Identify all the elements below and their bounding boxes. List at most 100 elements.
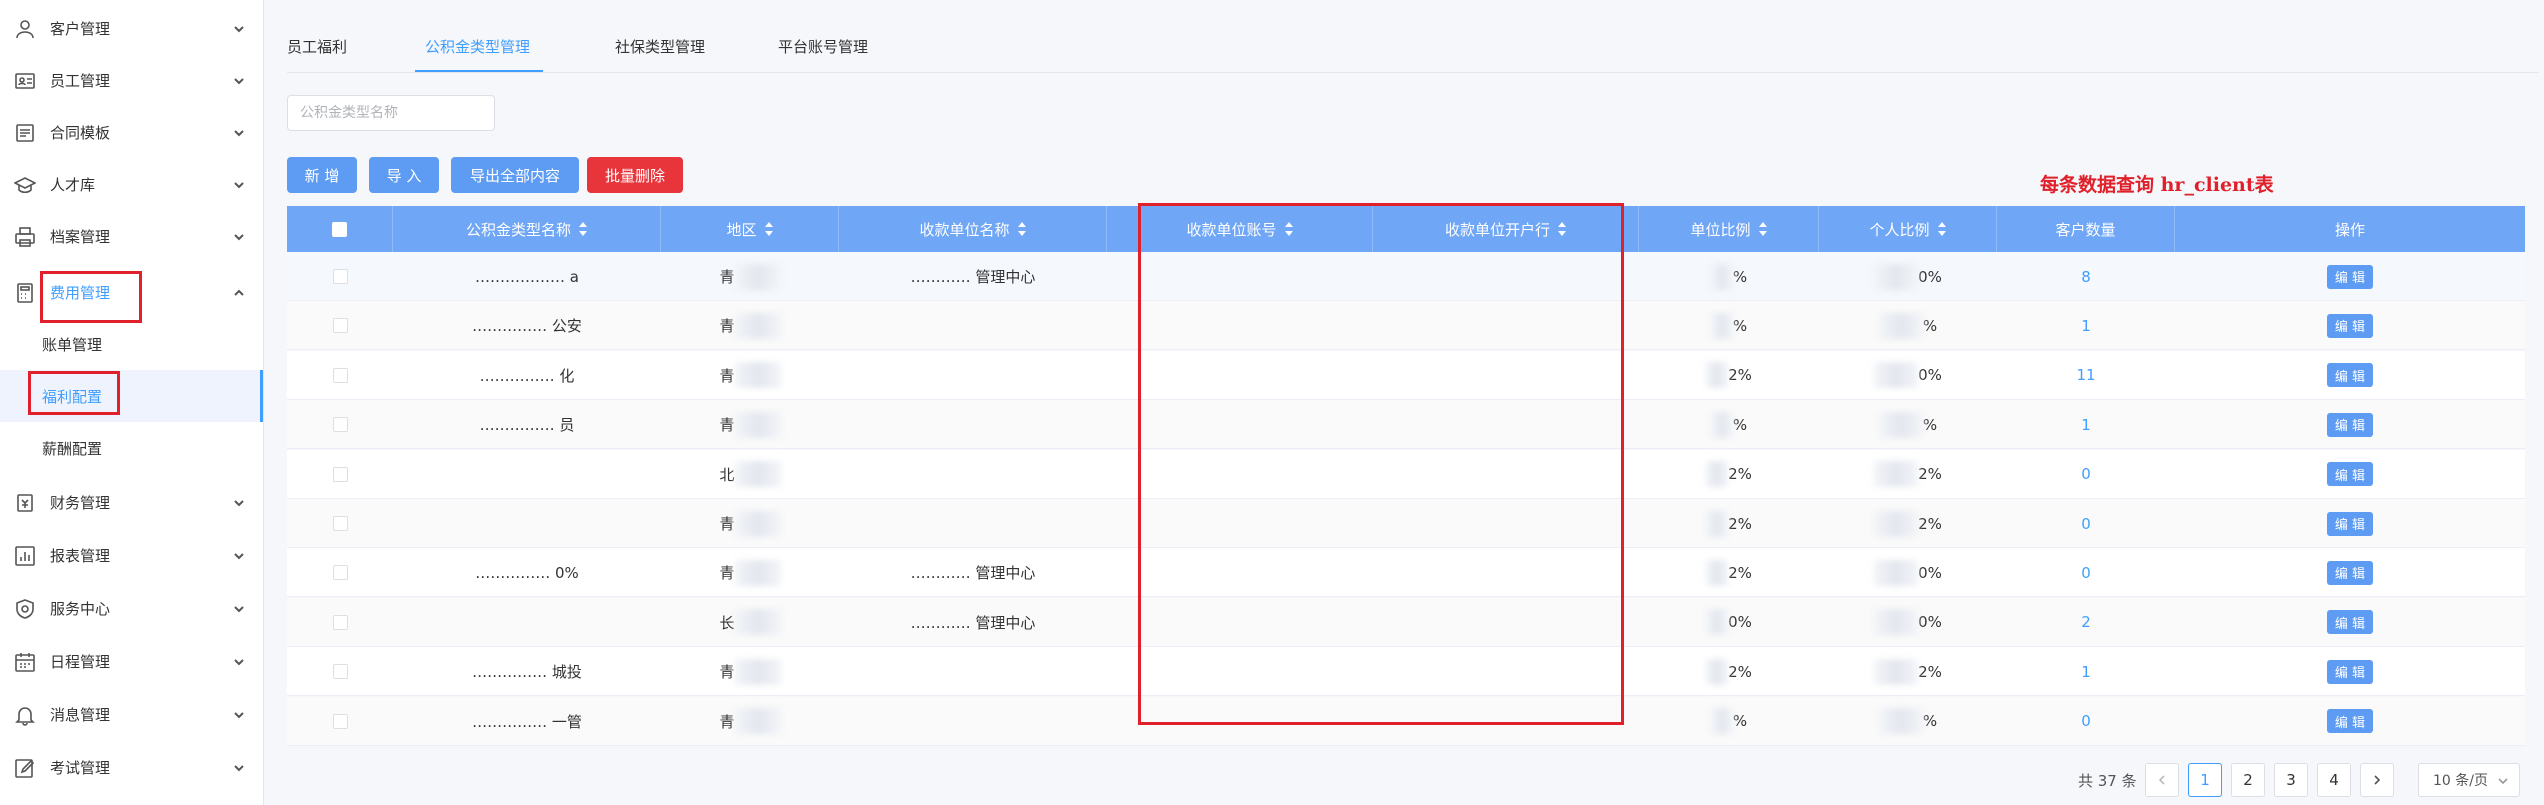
client-count-cell[interactable]: 0 xyxy=(1997,697,2175,746)
redacted-blur xyxy=(1874,658,1919,685)
row-checkbox[interactable] xyxy=(332,417,348,433)
page-1-button[interactable]: 1 xyxy=(2188,763,2222,797)
client-count-cell[interactable]: 2 xyxy=(1997,598,2175,647)
header-payee-name[interactable]: 收款单位名称 xyxy=(839,206,1107,252)
row-select-cell[interactable] xyxy=(287,252,393,301)
tab-fund-type[interactable]: 公积金类型管理 xyxy=(425,36,530,57)
menu-report[interactable]: 报表管理 xyxy=(0,529,263,581)
edit-button[interactable]: 编 辑 xyxy=(2326,610,2374,635)
menu-employee[interactable]: 员工管理 xyxy=(0,54,263,106)
header-select-all[interactable] xyxy=(287,206,393,252)
edit-button[interactable]: 编 辑 xyxy=(2326,511,2374,536)
next-page-button[interactable] xyxy=(2360,763,2394,797)
header-fund-type-name[interactable]: 公积金类型名称 xyxy=(393,206,661,252)
payee-bank-cell xyxy=(1373,400,1639,449)
table-row: ……………… a 青 ………… 管理中心% 0% 8 编 辑 xyxy=(287,252,2525,301)
tab-platform-account[interactable]: 平台账号管理 xyxy=(778,36,868,57)
header-payee-bank[interactable]: 收款单位开户行 xyxy=(1373,206,1639,252)
export-all-button[interactable]: 导出全部内容 xyxy=(451,157,579,193)
row-select-cell[interactable] xyxy=(287,400,393,449)
row-checkbox[interactable] xyxy=(332,713,348,729)
menu-exam[interactable]: 考试管理 xyxy=(0,741,263,793)
tab-employee-welfare[interactable]: 员工福利 xyxy=(287,36,347,57)
edit-button[interactable]: 编 辑 xyxy=(2326,709,2374,734)
row-select-cell[interactable] xyxy=(287,351,393,400)
client-count-cell[interactable]: 8 xyxy=(1997,252,2175,301)
menu-service-center[interactable]: 服务中心 xyxy=(0,582,263,634)
header-region[interactable]: 地区 xyxy=(661,206,839,252)
menu-expense[interactable]: 费用管理 xyxy=(0,266,263,318)
menu-label: 费用管理 xyxy=(50,284,111,302)
row-select-cell[interactable] xyxy=(287,598,393,647)
redacted-blur xyxy=(734,461,781,488)
sort-icon[interactable] xyxy=(1758,222,1767,236)
menu-archive[interactable]: 档案管理 xyxy=(0,210,263,262)
add-button[interactable]: 新 增 xyxy=(287,157,357,193)
page-2-button[interactable]: 2 xyxy=(2231,763,2265,797)
row-checkbox[interactable] xyxy=(332,367,348,383)
client-count-cell[interactable]: 1 xyxy=(1997,400,2175,449)
header-actions: 操作 xyxy=(2175,206,2525,252)
header-label: 单位比例 xyxy=(1690,220,1751,239)
header-label: 操作 xyxy=(2334,220,2365,239)
prev-page-button[interactable] xyxy=(2145,763,2179,797)
cell-text: 2% xyxy=(1728,366,1752,385)
cell-text: 1 xyxy=(2081,316,2091,335)
chevron-down-icon xyxy=(2497,775,2509,787)
header-payee-account[interactable]: 收款单位账号 xyxy=(1107,206,1373,252)
sort-icon[interactable] xyxy=(1017,222,1026,236)
client-count-cell[interactable]: 11 xyxy=(1997,351,2175,400)
row-select-cell[interactable] xyxy=(287,450,393,499)
client-count-cell[interactable]: 0 xyxy=(1997,499,2175,548)
page-4-button[interactable]: 4 xyxy=(2317,763,2351,797)
client-count-cell[interactable]: 0 xyxy=(1997,548,2175,597)
row-checkbox[interactable] xyxy=(332,565,348,581)
redacted-blur xyxy=(1874,461,1919,488)
row-checkbox[interactable] xyxy=(332,664,348,680)
edit-button[interactable]: 编 辑 xyxy=(2326,659,2374,684)
submenu-salary-config[interactable]: 薪酬配置 xyxy=(0,422,263,474)
header-personal-ratio[interactable]: 个人比例 xyxy=(1819,206,1997,252)
select-all-checkbox[interactable] xyxy=(332,221,347,237)
menu-contract-template[interactable]: 合同模板 xyxy=(0,106,263,158)
row-checkbox[interactable] xyxy=(332,516,348,531)
header-unit-ratio[interactable]: 单位比例 xyxy=(1639,206,1819,252)
page-3-button[interactable]: 3 xyxy=(2274,763,2308,797)
edit-button[interactable]: 编 辑 xyxy=(2326,560,2374,585)
sort-icon[interactable] xyxy=(1558,222,1566,236)
menu-schedule[interactable]: 日程管理 xyxy=(0,635,263,687)
submenu-welfare-config[interactable]: 福利配置 xyxy=(0,370,263,422)
row-checkbox[interactable] xyxy=(332,466,348,482)
client-count-cell[interactable]: 1 xyxy=(1997,301,2175,350)
tab-social-security-type[interactable]: 社保类型管理 xyxy=(615,36,705,57)
menu-talent-pool[interactable]: 人才库 xyxy=(0,158,263,210)
client-count-cell[interactable]: 0 xyxy=(1997,450,2175,499)
batch-delete-button[interactable]: 批量删除 xyxy=(587,157,683,193)
client-count-cell[interactable]: 1 xyxy=(1997,647,2175,696)
row-select-cell[interactable] xyxy=(287,499,393,548)
page-size-select[interactable]: 10 条/页 xyxy=(2418,763,2520,797)
row-checkbox[interactable] xyxy=(332,614,348,630)
import-button[interactable]: 导 入 xyxy=(369,157,439,193)
cell-text: ………… 管理中心 xyxy=(910,268,1036,286)
submenu-bill[interactable]: 账单管理 xyxy=(0,318,263,370)
edit-button[interactable]: 编 辑 xyxy=(2326,363,2374,388)
row-select-cell[interactable] xyxy=(287,301,393,350)
edit-button[interactable]: 编 辑 xyxy=(2326,264,2374,289)
edit-button[interactable]: 编 辑 xyxy=(2326,462,2374,487)
menu-customer[interactable]: 客户管理 xyxy=(0,2,263,54)
row-checkbox[interactable] xyxy=(332,269,348,284)
row-checkbox[interactable] xyxy=(332,318,348,334)
menu-message[interactable]: 消息管理 xyxy=(0,688,263,740)
sort-icon[interactable] xyxy=(764,222,773,236)
row-select-cell[interactable] xyxy=(287,697,393,746)
search-input[interactable] xyxy=(287,95,495,131)
sort-icon[interactable] xyxy=(1284,222,1293,236)
row-select-cell[interactable] xyxy=(287,548,393,597)
sort-icon[interactable] xyxy=(579,222,587,236)
edit-button[interactable]: 编 辑 xyxy=(2326,313,2374,338)
sort-icon[interactable] xyxy=(1937,222,1946,236)
menu-finance[interactable]: 财务管理 xyxy=(0,476,263,528)
row-select-cell[interactable] xyxy=(287,647,393,696)
edit-button[interactable]: 编 辑 xyxy=(2326,412,2374,437)
